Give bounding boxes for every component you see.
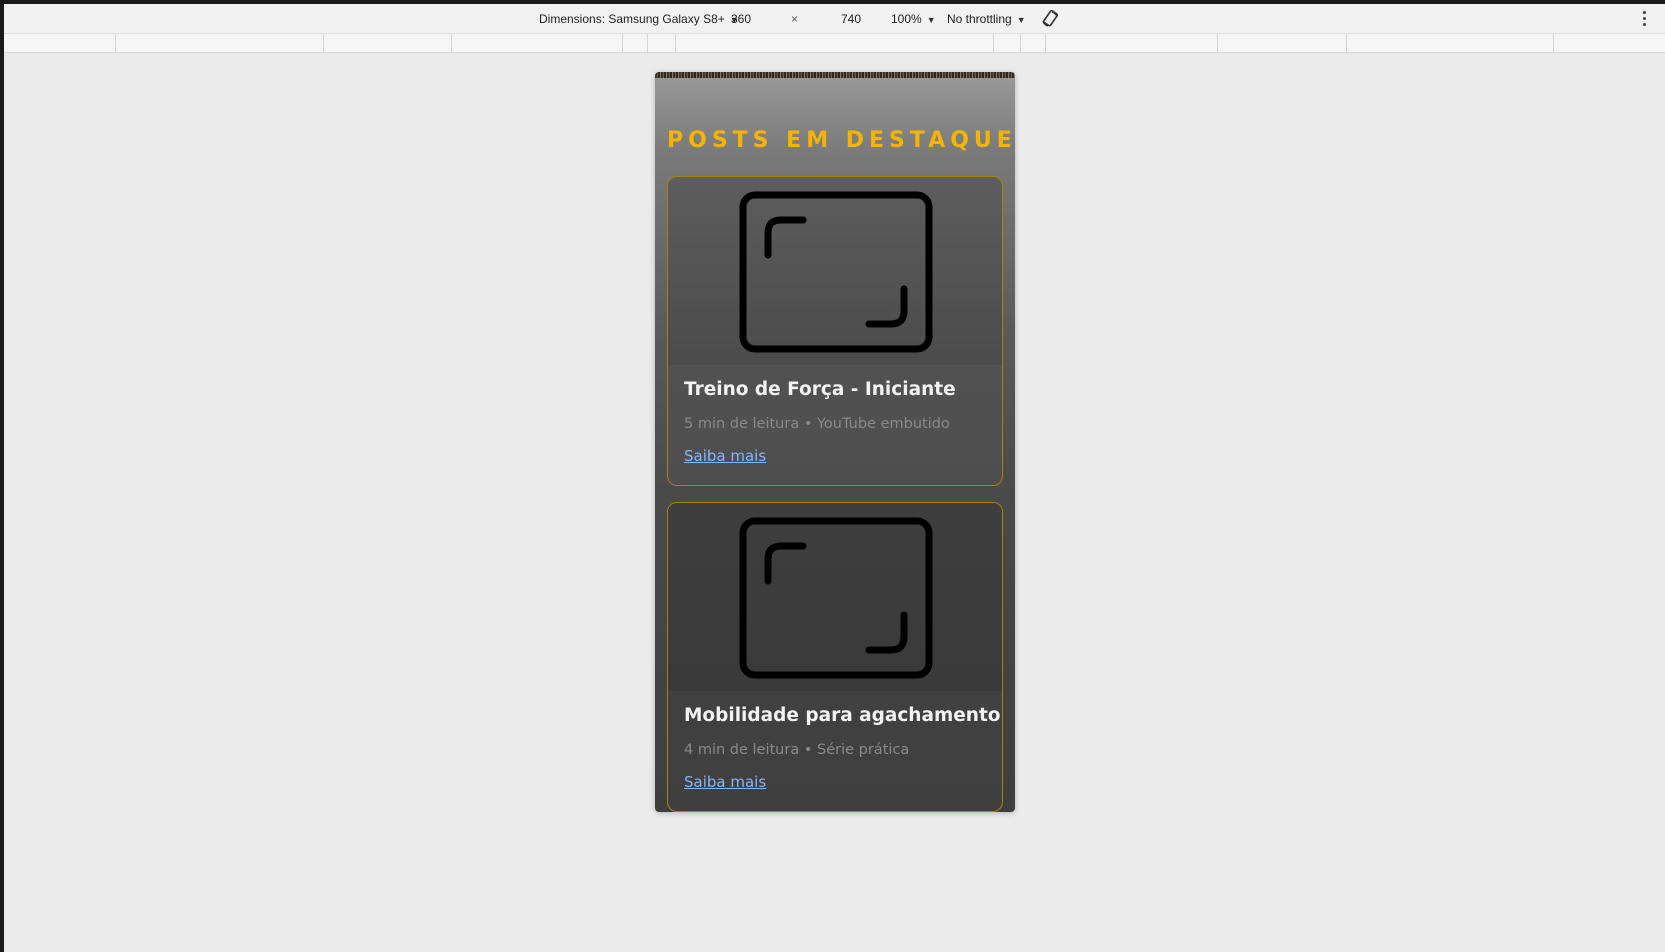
read-more-link[interactable]: Saiba mais (684, 773, 766, 791)
ruler-mark (1217, 34, 1218, 52)
throttling-label: No throttling (947, 12, 1012, 26)
read-more-link[interactable]: Saiba mais (684, 447, 766, 465)
section-heading: POSTS EM DESTAQUE (667, 128, 1015, 153)
ruler-mark (647, 34, 648, 52)
height-input[interactable]: 740 (841, 12, 861, 26)
device-viewport[interactable]: POSTS EM DESTAQUE Treino de Força - Inic… (655, 72, 1015, 812)
post-card[interactable]: Mobilidade para agachamento 4 min de lei… (667, 502, 1003, 812)
chevron-down-icon: ▼ (1016, 15, 1026, 25)
zoom-dropdown[interactable]: 100% ▼ (891, 12, 936, 27)
post-meta: 4 min de leitura • Série prática (684, 742, 910, 758)
media-query-ruler[interactable] (4, 33, 1665, 53)
dimension-separator: × (791, 12, 799, 26)
dimensions-label: Dimensions: Samsung Galaxy S8+ (539, 12, 725, 26)
chevron-down-icon: ▼ (926, 15, 936, 25)
ruler-mark (993, 34, 994, 52)
throttling-dropdown[interactable]: No throttling ▼ (947, 12, 1026, 27)
rotate-icon[interactable] (1040, 9, 1060, 29)
ruler-mark (1553, 34, 1554, 52)
post-thumbnail[interactable] (668, 503, 1002, 691)
post-title: Treino de Força - Iniciante (684, 379, 956, 400)
ruler-mark (675, 34, 676, 52)
ruler-mark (323, 34, 324, 52)
zoom-label: 100% (891, 12, 922, 26)
post-thumbnail[interactable] (668, 177, 1002, 365)
post-meta: 5 min de leitura • YouTube embutido (684, 416, 950, 432)
ruler-mark (115, 34, 116, 52)
width-input[interactable]: 360 (731, 12, 751, 26)
more-vert-icon[interactable] (1640, 10, 1648, 28)
ruler-mark (1045, 34, 1046, 52)
ruler-mark (1346, 34, 1347, 52)
post-card[interactable]: Treino de Força - Iniciante 5 min de lei… (667, 176, 1003, 486)
image-placeholder-icon (739, 517, 933, 679)
dimensions-dropdown[interactable]: Dimensions: Samsung Galaxy S8+ ▼ (539, 12, 739, 27)
ruler-mark (622, 34, 623, 52)
header-image-strip (655, 72, 1015, 78)
ruler-mark (1020, 34, 1021, 52)
post-title: Mobilidade para agachamento (684, 705, 1001, 726)
device-toolbar: Dimensions: Samsung Galaxy S8+ ▼ 360 × 74… (4, 4, 1665, 33)
ruler-mark (451, 34, 452, 52)
image-placeholder-icon (739, 191, 933, 353)
devtools-frame: Dimensions: Samsung Galaxy S8+ ▼ 360 × 74… (4, 4, 1665, 952)
